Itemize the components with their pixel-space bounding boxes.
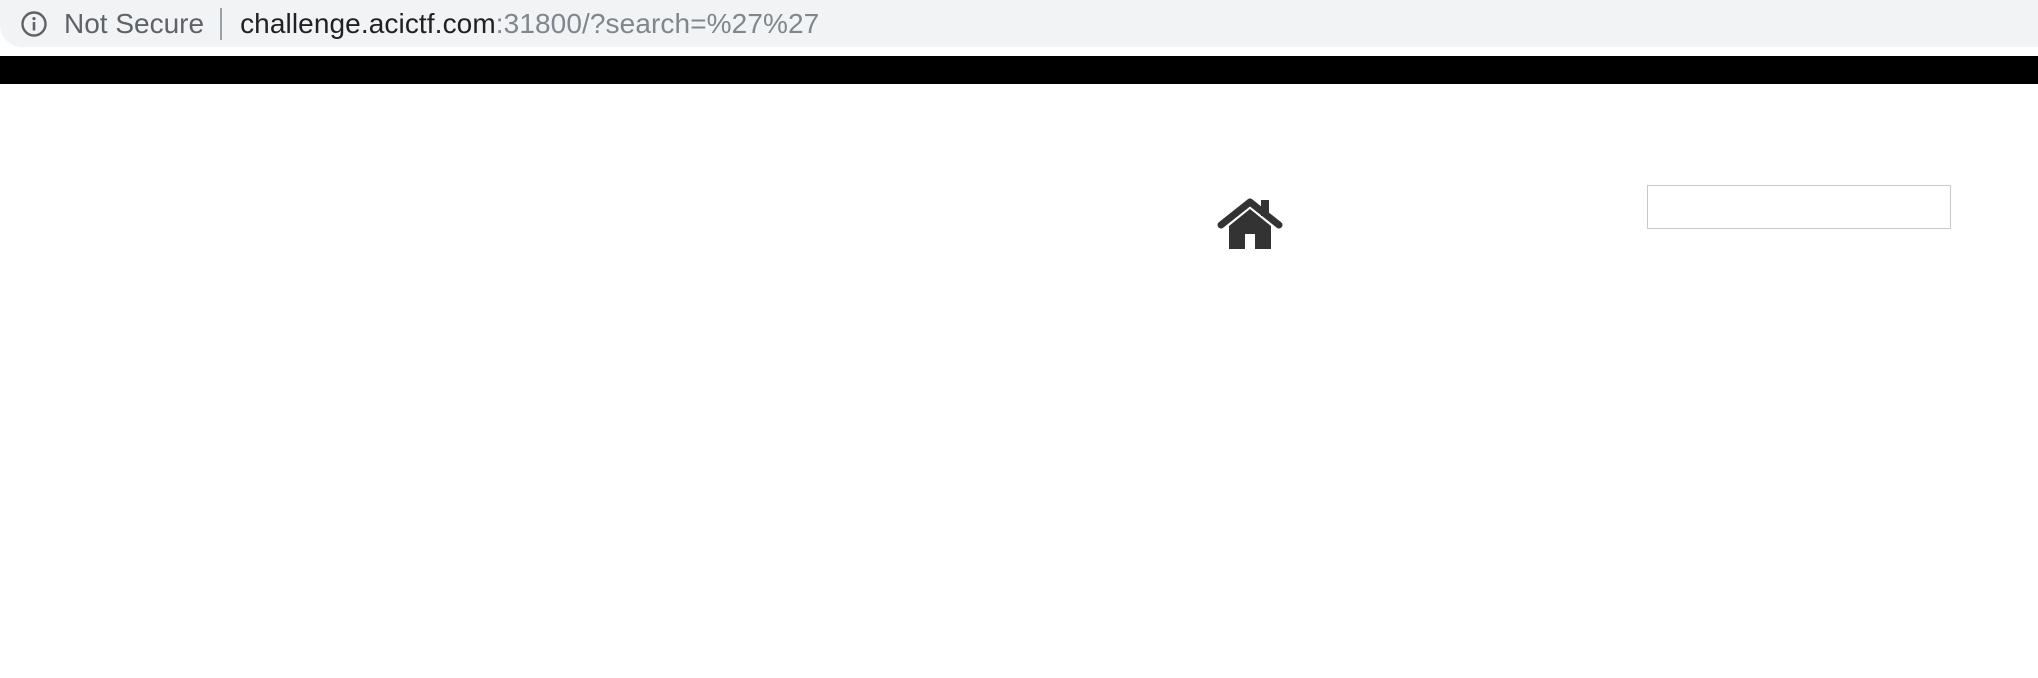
page-top-bar [0,56,2038,84]
security-label[interactable]: Not Secure [64,8,204,40]
browser-address-bar[interactable]: Not Secure challenge.acictf.com:31800/?s… [0,0,2038,47]
url-text[interactable]: challenge.acictf.com:31800/?search=%27%2… [240,8,819,40]
search-input[interactable] [1647,185,1951,229]
home-link[interactable] [1217,196,1283,252]
url-path: :31800/?search=%27%27 [495,7,820,39]
info-icon[interactable] [20,10,48,38]
home-icon [1217,198,1283,249]
url-host: challenge.acictf.com [240,7,496,39]
url-divider [220,7,223,40]
